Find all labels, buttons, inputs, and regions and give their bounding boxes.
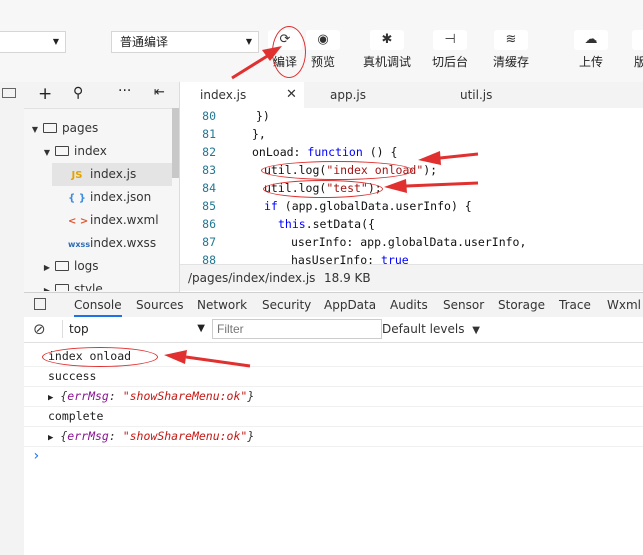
annotation-arrows bbox=[164, 46, 479, 368]
